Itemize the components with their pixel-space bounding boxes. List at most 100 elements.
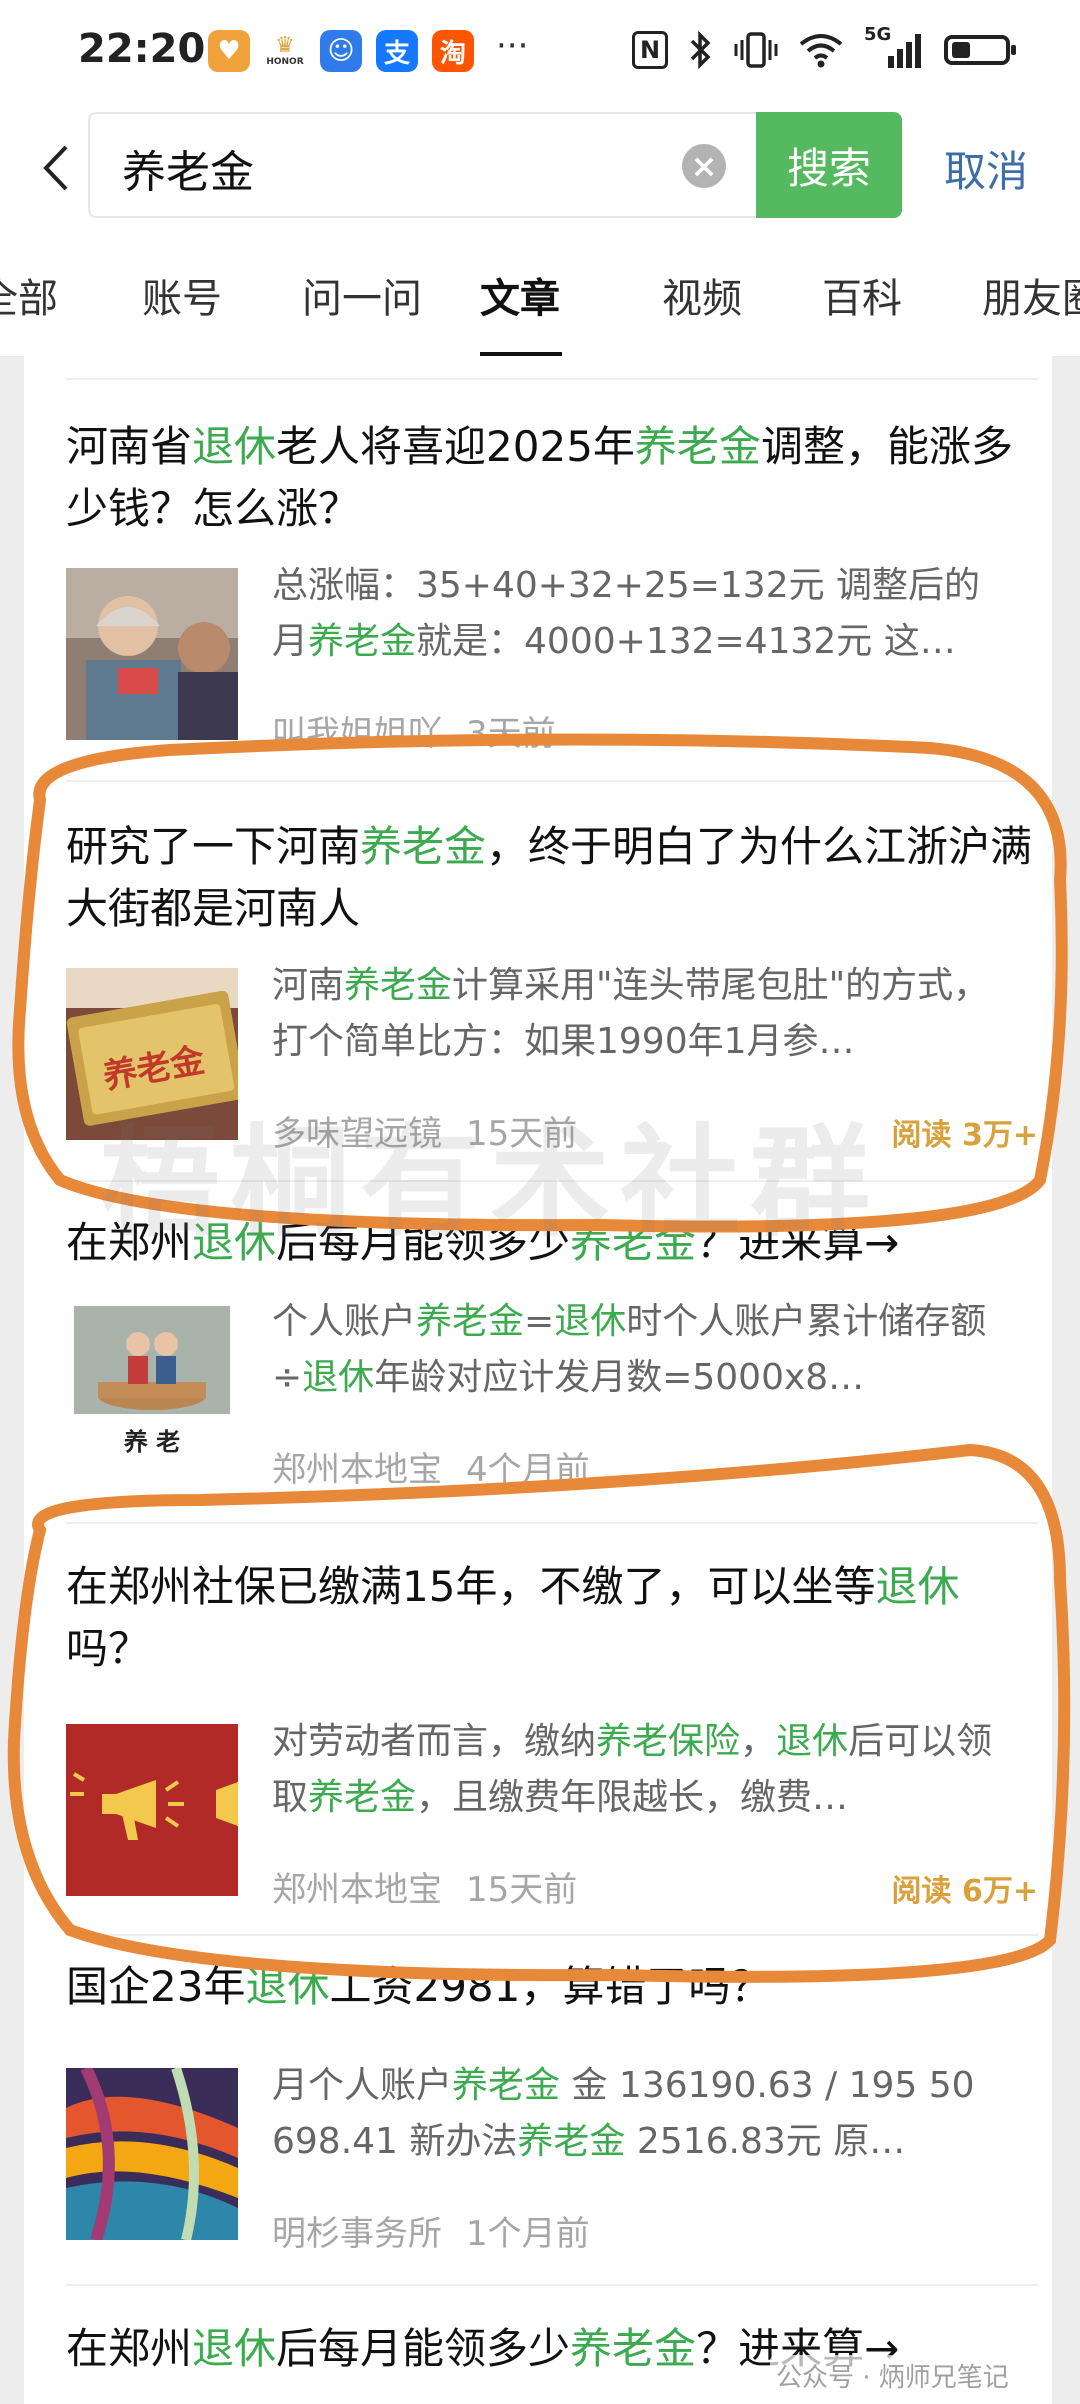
divider: [66, 1934, 1038, 1936]
keyword-highlight: 养老金: [308, 1777, 417, 1818]
article-source[interactable]: 叫我姐姐吖: [272, 714, 442, 754]
article-source[interactable]: 郑州本地宝: [272, 1450, 442, 1490]
keyword-highlight: 退休: [245, 1962, 330, 2011]
article-thumbnail[interactable]: [66, 1724, 238, 1896]
divider: [66, 2284, 1038, 2286]
status-bar: 22:20 ♥ ♛ HONOR ☺ 支 淘 ··· N 5G: [0, 0, 1080, 108]
status-app-icons: ♥ ♛ HONOR ☺ 支 淘 ···: [208, 26, 528, 72]
article-snippet: 对劳动者而言，缴纳养老保险，退休后可以领取养老金，且缴费年限越长，缴费…: [272, 1714, 1012, 1826]
keyword-highlight: 退休: [302, 1357, 375, 1398]
article-meta: 明杉事务所 1个月前: [272, 2206, 614, 2255]
text-run: ？进来算→: [696, 1218, 900, 1267]
text-run: 年龄对应计发月数=5000x8…: [374, 1357, 865, 1398]
keyword-highlight: 养老金: [416, 1301, 525, 1342]
article-source[interactable]: 明杉事务所: [272, 2214, 442, 2254]
article-time: 1个月前: [466, 2214, 590, 2254]
article-source[interactable]: 多味望远镜: [272, 1114, 442, 1154]
article-thumbnail[interactable]: 养老金: [66, 968, 238, 1140]
keyword-highlight: 退休: [776, 1721, 849, 1762]
wifi-icon: [798, 30, 844, 70]
article-result[interactable]: 在郑州退休后每月能领多少养老金？进来算→ 养 老 个人账户养老金=退休时个人账户…: [24, 1216, 1052, 1546]
tab-encyclopedia[interactable]: 百科: [822, 266, 902, 324]
article-result[interactable]: 研究了一下河南养老金，终于明白了为什么江浙沪满大街都是河南人 养老金 河南养老金…: [24, 816, 1052, 1196]
search-bar: 养老金 × 搜索 取消: [0, 108, 1080, 228]
article-title[interactable]: 在郑州社保已缴满15年，不缴了，可以坐等退休吗？: [66, 1556, 1036, 1680]
bluetooth-icon: [688, 30, 714, 70]
divider: [66, 1180, 1038, 1182]
article-snippet: 总涨幅：35+40+32+25=132元 调整后的月养老金就是：4000+132…: [272, 558, 1012, 670]
keyword-highlight: 养老金: [360, 822, 487, 871]
tab-moments[interactable]: 朋友圈: [982, 266, 1080, 324]
back-button[interactable]: [30, 133, 80, 203]
article-snippet: 月个人账户养老金 金 136190.63 / 195 50 698.41 新办法…: [272, 2058, 1012, 2170]
status-indicators: N 5G: [632, 24, 1016, 70]
divider: [66, 1522, 1038, 1524]
article-source[interactable]: 郑州本地宝: [272, 1870, 442, 1910]
cancel-button[interactable]: 取消: [944, 138, 1028, 199]
keyword-highlight: 养老金: [344, 965, 453, 1006]
article-meta: 郑州本地宝 15天前: [272, 1862, 601, 1911]
read-count: 阅读 3万+: [891, 1118, 1038, 1153]
chevron-left-icon: [43, 145, 68, 191]
article-time: 15天前: [466, 1870, 578, 1910]
keyword-highlight: 退休: [192, 2324, 277, 2373]
search-button[interactable]: 搜索: [756, 112, 902, 218]
tab-articles[interactable]: 文章: [480, 266, 560, 324]
article-time: 15天前: [466, 1114, 578, 1154]
article-title[interactable]: 国企23年退休工资2981，算错了吗？: [66, 1956, 1036, 2018]
category-tabs: 全部 账号 问一问 文章 视频 百科 朋友圈: [0, 228, 1080, 357]
text-run: 就是：4000+132=4132元 这…: [416, 621, 956, 662]
text-run: 后每月能领多少: [276, 1218, 571, 1267]
article-result[interactable]: 在郑州社保已缴满15年，不缴了，可以坐等退休吗？ 对劳动者而言，缴纳养老保险，退…: [24, 1556, 1052, 1936]
results-list: 河南省退休老人将喜迎2025年养老金调整，能涨多少钱？怎么涨？ 总涨幅：35+4…: [24, 356, 1052, 2404]
keyword-highlight: 养老金: [634, 422, 761, 471]
keyword-highlight: 养老保险: [596, 1721, 741, 1762]
keyword-highlight: 养老金: [570, 2324, 697, 2373]
text-run: 河南省: [66, 422, 193, 471]
article-time: 4个月前: [466, 1450, 590, 1490]
tab-all[interactable]: 全部: [0, 266, 58, 324]
tab-ask[interactable]: 问一问: [302, 266, 422, 324]
keyword-highlight: 养老金: [517, 2121, 626, 2162]
alipay-icon: 支: [376, 30, 418, 72]
article-thumbnail[interactable]: [66, 568, 238, 740]
text-run: 研究了一下河南: [66, 822, 361, 871]
svg-text:养 老: 养 老: [123, 1428, 180, 1456]
article-title[interactable]: 在郑州退休后每月能领多少养老金？进来算→: [66, 1212, 1036, 1274]
text-run: 国企23年: [66, 1962, 246, 2011]
text-run: 月个人账户: [272, 2065, 453, 2106]
tab-accounts[interactable]: 账号: [142, 266, 222, 324]
more-notifications-icon: ···: [496, 26, 529, 66]
article-result[interactable]: 河南省退休老人将喜迎2025年养老金调整，能涨多少钱？怎么涨？ 总涨幅：35+4…: [24, 416, 1052, 796]
text-run: 吗？: [66, 1624, 151, 1673]
keyword-highlight: 养老金: [452, 2065, 561, 2106]
article-snippet: 个人账户养老金=退休时个人账户累计储存额÷退休年龄对应计发月数=5000x8…: [272, 1294, 1012, 1406]
article-meta: 多味望远镜 15天前: [272, 1106, 601, 1155]
cellular-signal-icon: 5G: [864, 24, 924, 70]
article-result[interactable]: 国企23年退休工资2981，算错了吗？ 月个人账户养老金 金 136190.63…: [24, 1956, 1052, 2296]
app-robot-icon: ☺: [320, 30, 362, 72]
text-run: ，且缴费年限越长，缴费…: [416, 1777, 849, 1818]
search-input[interactable]: 养老金 ×: [88, 112, 758, 218]
article-snippet: 河南养老金计算采用"连头带尾包肚"的方式，打个简单比方：如果1990年1月参…: [272, 958, 1012, 1070]
article-thumbnail[interactable]: 养 老: [66, 1296, 238, 1464]
text-run: 2516.83元 原…: [625, 2121, 906, 2162]
article-title[interactable]: 河南省退休老人将喜迎2025年养老金调整，能涨多少钱？怎么涨？: [66, 416, 1036, 540]
article-title[interactable]: 研究了一下河南养老金，终于明白了为什么江浙沪满大街都是河南人: [66, 816, 1036, 940]
divider: [66, 378, 1038, 380]
nfc-icon: N: [632, 31, 668, 69]
text-run: 在郑州: [66, 1218, 193, 1267]
text-run: ，: [740, 1721, 777, 1762]
status-time: 22:20: [78, 26, 206, 72]
text-run: 在郑州社保已缴满15年，不缴了，可以坐等: [66, 1562, 876, 1611]
clear-search-icon[interactable]: ×: [682, 144, 726, 188]
search-query-text[interactable]: 养老金: [122, 136, 254, 200]
article-thumbnail[interactable]: [66, 2068, 238, 2240]
keyword-highlight: 退休: [875, 1562, 960, 1611]
text-run: =: [524, 1301, 555, 1342]
article-time: 3天前: [466, 714, 556, 754]
text-run: 后每月能领多少: [276, 2324, 571, 2373]
keyword-highlight: 养老金: [570, 1218, 697, 1267]
tab-videos[interactable]: 视频: [662, 266, 742, 324]
footer-watermark: 公众号 · 炳师兄笔记: [770, 2355, 1015, 2396]
